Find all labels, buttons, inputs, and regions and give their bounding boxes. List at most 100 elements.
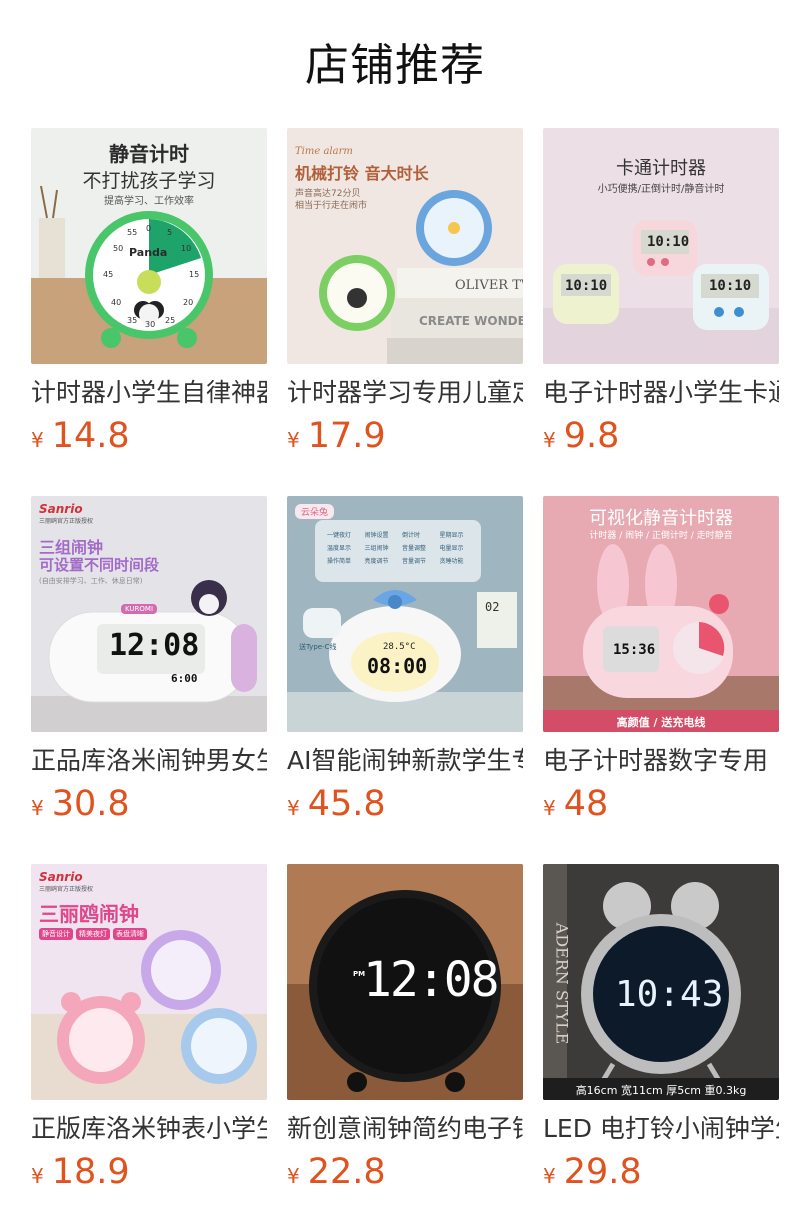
product-image-1[interactable]: 静音计时 不打扰孩子学习 提高学习、工作效率 Panda 55 0 5 50 1… [31, 128, 267, 364]
currency-symbol: ¥ [31, 428, 44, 452]
product-price: ¥45.8 [287, 784, 523, 824]
lcd-readout: 15:36 [613, 642, 656, 658]
feature-chip: 精美夜灯 [76, 928, 110, 940]
cable-note: 送Type-C线 [299, 643, 337, 651]
product-image-9[interactable]: ADERN STYLE 10:43 高16cm 宽11cm 厚5cm 重0.3k… [543, 864, 779, 1100]
product-image-4[interactable]: Sanrio 三丽鸥官方正版授权 三组闹钟 可设置不同时间段 (自由安排学习、工… [31, 496, 267, 732]
product-name[interactable]: LED 电打铃小闹钟学生 [543, 1112, 779, 1146]
dial-label: 5 [167, 228, 173, 237]
lcd-readout: 08:00 [367, 654, 428, 678]
lcd-readout: 10:10 [647, 234, 690, 250]
feature-item: 操作简单 [327, 558, 352, 565]
product-price: ¥18.9 [31, 1152, 267, 1192]
product-card-4[interactable]: Sanrio 三丽鸥官方正版授权 三组闹钟 可设置不同时间段 (自由安排学习、工… [31, 496, 267, 824]
product-price: ¥30.8 [31, 784, 267, 824]
currency-symbol: ¥ [31, 1164, 44, 1188]
product-card-3[interactable]: 卡通计时器 小巧便携/正倒计时/静音计时 10:10 10:10 10:10 电… [543, 128, 779, 456]
product-card-7[interactable]: Sanrio 三丽鸥官方正版授权 三丽鸥闹钟 静音设计 精美夜灯 表盘清晰 正版… [31, 864, 267, 1192]
image-note-2: 相当于行走在闹市 [295, 201, 368, 211]
lcd-sub-readout: 6:00 [171, 672, 198, 685]
currency-symbol: ¥ [543, 1164, 556, 1188]
product-card-8[interactable]: PM 12:08 新创意闹钟简约电子钟 ¥22.8 [287, 864, 523, 1192]
feature-item: 音量调整 [402, 545, 427, 552]
feature-item: 音量调节 [402, 558, 427, 565]
feature-item: 倒计时 [402, 532, 421, 539]
product-card-2[interactable]: Time alarm 机械打铃 音大时长 声音高达72分贝 相当于行走在闹市 O… [287, 128, 523, 456]
dial-label: 40 [111, 298, 122, 307]
price-value: 30.8 [51, 784, 130, 824]
spec-caption: 高16cm 宽11cm 厚5cm 重0.3kg [575, 1084, 747, 1097]
brand-logo: Sanrio [39, 502, 83, 516]
page-title: 店铺推荐 [305, 40, 485, 91]
dial-label: 0 [146, 224, 152, 233]
product-name[interactable]: 计时器小学生自律神器 [31, 376, 267, 410]
price-value: 22.8 [307, 1152, 386, 1192]
currency-symbol: ¥ [543, 796, 556, 820]
dial-label: 20 [183, 298, 194, 307]
product-name[interactable]: 电子计时器小学生卡通 [543, 376, 779, 410]
price-value: 45.8 [307, 784, 386, 824]
product-image-2[interactable]: Time alarm 机械打铃 音大时长 声音高达72分贝 相当于行走在闹市 O… [287, 128, 523, 364]
led-readout: 10:43 [615, 974, 724, 1015]
image-headline: 机械打铃 音大时长 [295, 164, 429, 183]
price-value: 9.8 [563, 416, 620, 456]
lcd-readout: 12:08 [109, 628, 200, 663]
backdrop-text: ADERN STYLE [552, 922, 572, 1045]
dial-label: 10 [181, 244, 192, 253]
product-price: ¥48 [543, 784, 779, 824]
feature-chips: 静音设计 精美夜灯 表盘清晰 [39, 928, 147, 940]
brand-subtext: 三丽鸥官方正版授权 [39, 886, 94, 893]
dial-label: 25 [165, 316, 176, 325]
currency-symbol: ¥ [287, 796, 300, 820]
product-price: ¥9.8 [543, 416, 779, 456]
product-image-3[interactable]: 卡通计时器 小巧便携/正倒计时/静音计时 10:10 10:10 10:10 [543, 128, 779, 364]
book-title-1: OLIVER TW [455, 278, 523, 293]
product-name[interactable]: AI智能闹钟新款学生专用 [287, 744, 523, 778]
product-image-7[interactable]: Sanrio 三丽鸥官方正版授权 三丽鸥闹钟 静音设计 精美夜灯 表盘清晰 [31, 864, 267, 1100]
product-name[interactable]: 计时器学习专用儿童定时器 [287, 376, 523, 410]
feature-item: 亮度调节 [364, 558, 389, 565]
calendar-date: 02 [485, 600, 500, 614]
dial-labels: 55 0 5 50 10 45 15 40 20 35 30 25 [31, 128, 267, 364]
feature-list: 一键夜灯 闹钟设置 倒计时 星期显示 温度显示 三组闹钟 音量调整 电量显示 操… [327, 530, 477, 565]
product-card-1[interactable]: 静音计时 不打扰孩子学习 提高学习、工作效率 Panda 55 0 5 50 1… [31, 128, 267, 456]
product-name[interactable]: 电子计时器数字专用 [543, 744, 779, 778]
promo-banner: 高颜值 / 送充电线 [616, 716, 706, 729]
feature-item: 闹钟设置 [364, 532, 389, 539]
product-card-5[interactable]: 云朵兔 一键夜灯 闹钟设置 倒计时 星期显示 温度显示 三组闹钟 音量调整 电量… [287, 496, 523, 824]
character-badge: KUROMI [121, 604, 158, 614]
feature-item: 温度显示 [327, 545, 352, 552]
price-value: 29.8 [563, 1152, 642, 1192]
product-price: ¥17.9 [287, 416, 523, 456]
dial-label: 35 [127, 316, 138, 325]
currency-symbol: ¥ [31, 796, 44, 820]
product-image-6[interactable]: 可视化静音计时器 计时器 / 闹钟 / 正倒计时 / 走时静音 15:36 高颜… [543, 496, 779, 732]
book-title-2: CREATE WONDERFU [419, 314, 523, 328]
image-headline: 三丽鸥闹钟 [39, 902, 139, 926]
image-headline-2: 可设置不同时间段 [39, 556, 160, 574]
feature-item: 三组闹钟 [364, 545, 389, 552]
feature-item: 一键夜灯 [327, 532, 352, 539]
product-card-6[interactable]: 可视化静音计时器 计时器 / 闹钟 / 正倒计时 / 走时静音 15:36 高颜… [543, 496, 779, 824]
product-image-8[interactable]: PM 12:08 [287, 864, 523, 1100]
feature-item: 贪睡功能 [439, 558, 464, 565]
product-name[interactable]: 正版库洛米钟表小学生 [31, 1112, 267, 1146]
lcd-readout: 10:10 [709, 278, 752, 294]
product-name[interactable]: 正品库洛米闹钟男女生 [31, 744, 267, 778]
dial-label: 50 [113, 244, 124, 253]
image-headline: 可视化静音计时器 [589, 508, 733, 529]
led-readout: 12:08 [363, 952, 499, 1008]
feature-chip: 表盘清晰 [113, 928, 147, 940]
product-name[interactable]: 新创意闹钟简约电子钟 [287, 1112, 523, 1146]
temperature-readout: 28.5°C [383, 642, 416, 652]
brand-logo: Sanrio [39, 870, 83, 884]
product-card-9[interactable]: ADERN STYLE 10:43 高16cm 宽11cm 厚5cm 重0.3k… [543, 864, 779, 1192]
dial-label: 30 [145, 320, 156, 329]
image-headline: 卡通计时器 [616, 158, 706, 179]
dial-label: 55 [127, 228, 138, 237]
price-value: 14.8 [51, 416, 130, 456]
lcd-readout: 10:10 [565, 278, 608, 294]
product-price: ¥29.8 [543, 1152, 779, 1192]
product-image-5[interactable]: 云朵兔 一键夜灯 闹钟设置 倒计时 星期显示 温度显示 三组闹钟 音量调整 电量… [287, 496, 523, 732]
currency-symbol: ¥ [287, 428, 300, 452]
